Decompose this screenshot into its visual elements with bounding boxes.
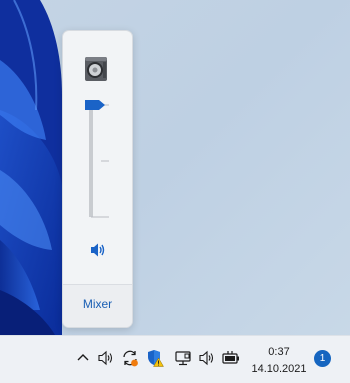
speaker-device-icon[interactable] (84, 56, 108, 82)
speaker-icon[interactable] (198, 349, 216, 367)
speaker-icon[interactable] (89, 241, 107, 259)
shield-warning-icon[interactable] (146, 349, 164, 367)
desktop-wallpaper (0, 0, 62, 335)
clock-time: 0:37 (268, 346, 290, 358)
volume-slider-thumb (85, 100, 105, 110)
sync-alert-icon[interactable] (121, 349, 139, 367)
volume-flyout: Mixer (62, 30, 133, 328)
battery-icon[interactable] (222, 349, 240, 367)
volume-slider[interactable] (83, 99, 113, 223)
volume-slider-fill (89, 105, 93, 217)
chevron-up-icon[interactable] (74, 349, 92, 367)
notification-badge[interactable]: 1 (314, 350, 331, 367)
taskbar-clock[interactable]: 0:37 14.10.2021 (250, 344, 308, 378)
taskbar: 0:37 14.10.2021 1 (0, 335, 350, 383)
clock-date: 14.10.2021 (251, 363, 307, 375)
mixer-link[interactable]: Mixer (63, 297, 132, 311)
network-icon[interactable] (174, 349, 192, 367)
speaker-icon[interactable] (97, 349, 115, 367)
